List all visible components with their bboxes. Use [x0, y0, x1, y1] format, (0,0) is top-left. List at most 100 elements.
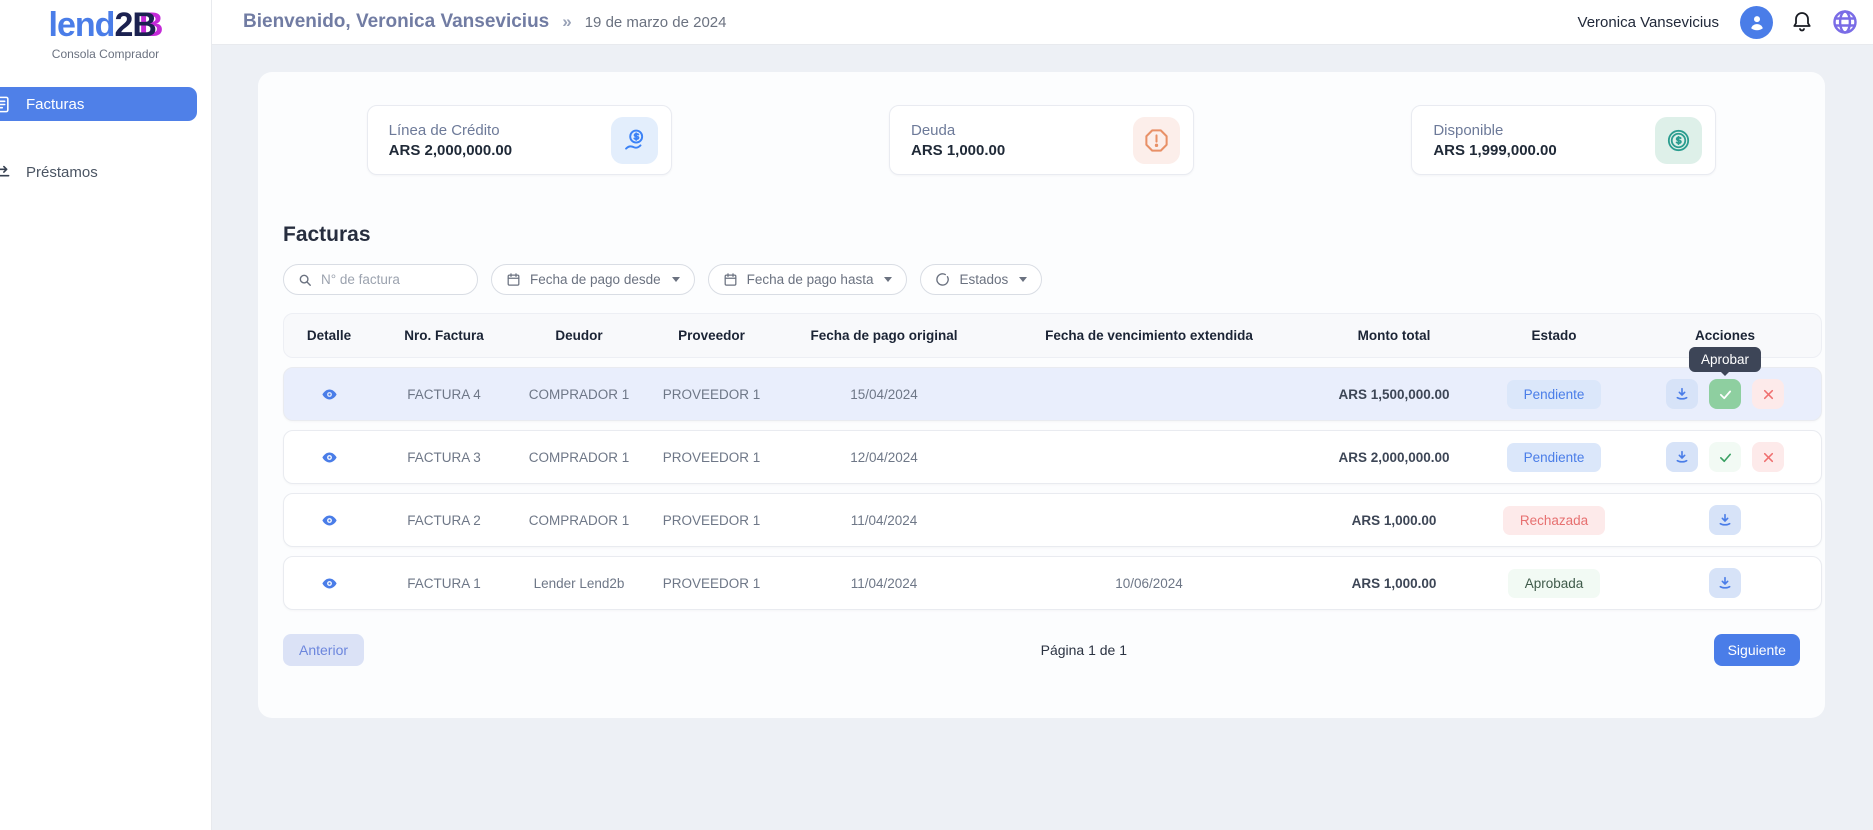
col-nro-factura: Nro. Factura	[374, 328, 514, 343]
col-estado: Estado	[1479, 328, 1629, 343]
hand-coin-icon	[611, 117, 658, 164]
available-card: Disponible ARS 1,999,000.00	[1411, 105, 1716, 175]
chevron-down-icon	[672, 277, 680, 282]
approve-button[interactable]: Aprobar	[1709, 379, 1741, 409]
summary-cards: Línea de Crédito ARS 2,000,000.00 Deuda …	[258, 72, 1825, 175]
download-icon	[1717, 512, 1733, 528]
filter-label: Estados	[959, 272, 1008, 287]
calendar-icon	[723, 272, 738, 287]
reject-button[interactable]	[1752, 379, 1784, 409]
table-row[interactable]: FACTURA 2 COMPRADOR 1 PROVEEDOR 1 11/04/…	[283, 493, 1822, 547]
table-row[interactable]: FACTURA 3 COMPRADOR 1 PROVEEDOR 1 12/04/…	[283, 430, 1822, 484]
transfer-icon	[0, 163, 11, 182]
sidebar-item-label: Préstamos	[26, 164, 98, 181]
check-icon	[1718, 387, 1733, 402]
eye-icon	[321, 575, 338, 592]
filter-label: Fecha de pago desde	[530, 272, 661, 287]
card-value: ARS 2,000,000.00	[389, 142, 512, 159]
cell-proveedor: PROVEEDOR 1	[644, 513, 779, 528]
status-badge: Aprobada	[1508, 569, 1601, 598]
cell-monto: ARS 1,500,000.00	[1309, 387, 1479, 402]
invoices-table: Detalle Nro. Factura Deudor Proveedor Fe…	[283, 313, 1822, 610]
status-circle-icon	[935, 272, 950, 287]
view-detail-button[interactable]	[318, 572, 341, 595]
status-badge: Pendiente	[1507, 380, 1602, 409]
sidebar-item-label: Facturas	[26, 96, 84, 113]
logo-part-lend: lend	[49, 6, 115, 44]
download-button[interactable]	[1709, 505, 1741, 535]
user-icon	[1747, 12, 1767, 32]
cell-factura: FACTURA 2	[374, 513, 514, 528]
eye-icon	[321, 386, 338, 403]
card-value: ARS 1,000.00	[911, 142, 1005, 159]
cell-proveedor: PROVEEDOR 1	[644, 387, 779, 402]
cell-deudor: Lender Lend2b	[514, 576, 644, 591]
card-value: ARS 1,999,000.00	[1433, 142, 1556, 159]
cell-monto: ARS 2,000,000.00	[1309, 450, 1479, 465]
check-icon	[1718, 450, 1733, 465]
sidebar-item-prestamos[interactable]: Préstamos	[0, 155, 197, 189]
brand-logo: lend2BB Consola Comprador	[0, 0, 211, 61]
previous-page-button[interactable]: Anterior	[283, 634, 364, 666]
cell-fecha-pago: 12/04/2024	[779, 450, 989, 465]
notifications-bell-icon[interactable]	[1790, 10, 1814, 34]
status-badge: Pendiente	[1507, 443, 1602, 472]
close-icon	[1762, 388, 1775, 401]
table-row[interactable]: FACTURA 1 Lender Lend2b PROVEEDOR 1 11/0…	[283, 556, 1822, 610]
debt-card: Deuda ARS 1,000.00	[889, 105, 1194, 175]
cell-deudor: COMPRADOR 1	[514, 450, 644, 465]
cell-monto: ARS 1,000.00	[1309, 513, 1479, 528]
cell-deudor: COMPRADOR 1	[514, 513, 644, 528]
tooltip-aprobar: Aprobar	[1689, 347, 1761, 372]
close-icon	[1762, 451, 1775, 464]
reject-button[interactable]	[1752, 442, 1784, 472]
cell-fecha-vencimiento: 10/06/2024	[989, 576, 1309, 591]
chevron-down-icon	[884, 277, 892, 282]
sidebar-nav: Facturas Préstamos	[0, 87, 211, 189]
download-button[interactable]	[1666, 379, 1698, 409]
next-page-button[interactable]: Siguiente	[1714, 634, 1800, 666]
approve-button[interactable]	[1709, 442, 1741, 472]
language-globe-icon[interactable]	[1831, 8, 1859, 36]
view-detail-button[interactable]	[318, 383, 341, 406]
eye-icon	[321, 512, 338, 529]
cell-monto: ARS 1,000.00	[1309, 576, 1479, 591]
col-detalle: Detalle	[284, 328, 374, 343]
cell-proveedor: PROVEEDOR 1	[644, 576, 779, 591]
search-input[interactable]	[321, 272, 463, 287]
table-row[interactable]: FACTURA 4 COMPRADOR 1 PROVEEDOR 1 15/04/…	[283, 367, 1822, 421]
view-detail-button[interactable]	[318, 446, 341, 469]
cell-fecha-pago: 11/04/2024	[779, 513, 989, 528]
logo-part-2b: 2B	[114, 6, 155, 44]
chevron-down-icon	[1019, 277, 1027, 282]
filter-label: Fecha de pago hasta	[747, 272, 874, 287]
card-title: Línea de Crédito	[389, 122, 512, 139]
avatar[interactable]	[1740, 6, 1773, 39]
col-monto-total: Monto total	[1309, 328, 1479, 343]
cell-fecha-pago: 15/04/2024	[779, 387, 989, 402]
brand-subtitle: Consola Comprador	[0, 47, 211, 61]
view-detail-button[interactable]	[318, 509, 341, 532]
sidebar-item-facturas[interactable]: Facturas	[0, 87, 197, 121]
sidebar: lend2BB Consola Comprador Facturas Prést…	[0, 0, 212, 830]
table-header: Detalle Nro. Factura Deudor Proveedor Fe…	[283, 313, 1822, 358]
download-button[interactable]	[1666, 442, 1698, 472]
eye-icon	[321, 449, 338, 466]
main-content-panel: Línea de Crédito ARS 2,000,000.00 Deuda …	[258, 72, 1825, 718]
filter-estados[interactable]: Estados	[920, 264, 1042, 295]
cell-deudor: COMPRADOR 1	[514, 387, 644, 402]
invoice-search[interactable]	[283, 264, 478, 295]
status-badge: Rechazada	[1503, 506, 1605, 535]
user-name: Veronica Vansevicius	[1578, 14, 1719, 31]
filter-fecha-pago-desde[interactable]: Fecha de pago desde	[491, 264, 695, 295]
card-title: Disponible	[1433, 122, 1556, 139]
welcome-title: Bienvenido, Veronica Vansevicius	[243, 11, 549, 33]
download-icon	[1717, 575, 1733, 591]
filter-fecha-pago-hasta[interactable]: Fecha de pago hasta	[708, 264, 908, 295]
card-title: Deuda	[911, 122, 1005, 139]
download-button[interactable]	[1709, 568, 1741, 598]
col-fecha-vencimiento: Fecha de vencimiento extendida	[989, 328, 1309, 343]
cell-proveedor: PROVEEDOR 1	[644, 450, 779, 465]
download-icon	[1674, 386, 1690, 402]
page-indicator: Página 1 de 1	[1041, 642, 1127, 658]
